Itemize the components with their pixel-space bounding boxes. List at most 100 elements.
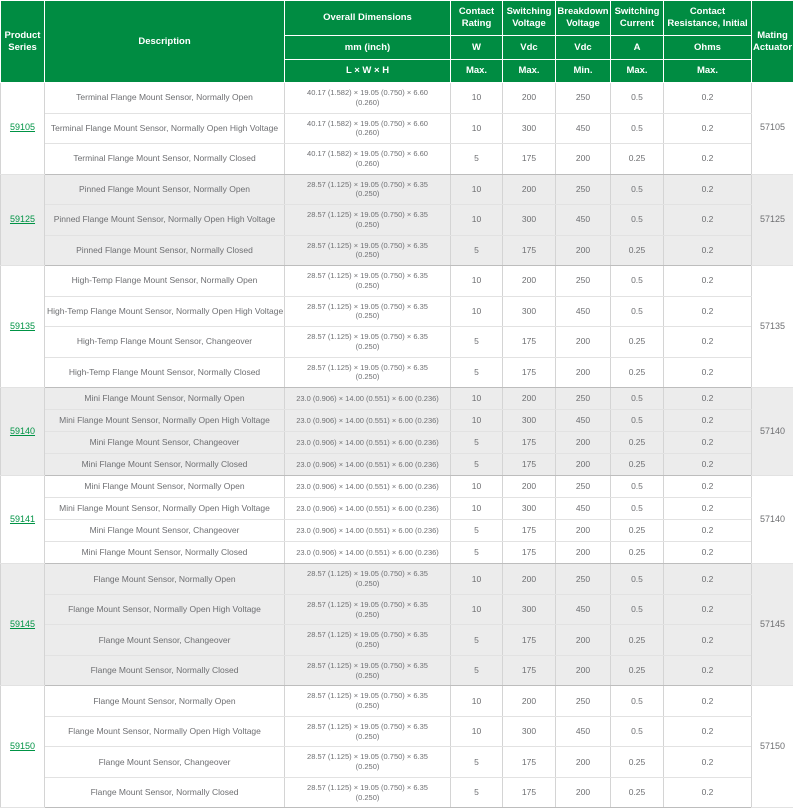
breakdown-voltage-cell: 450 [556, 410, 611, 432]
switching-voltage-cell: 175 [503, 432, 556, 454]
description-cell: Mini Flange Mount Sensor, Normally Open [45, 388, 285, 410]
spec-row: Terminal Flange Mount Sensor, Normally O… [1, 113, 793, 144]
dimensions-cell: 28.57 (1.125) × 19.05 (0.750) × 6.35 (0.… [285, 205, 451, 236]
product-series-link[interactable]: 59135 [10, 321, 35, 331]
header-contact-rating-limit: Max. [451, 60, 503, 83]
breakdown-voltage-cell: 200 [556, 520, 611, 542]
description-cell: Mini Flange Mount Sensor, Normally Open … [45, 498, 285, 520]
description-cell: Pinned Flange Mount Sensor, Normally Clo… [45, 235, 285, 266]
contact-rating-cell: 10 [451, 686, 503, 717]
contact-resistance-cell: 0.2 [664, 113, 752, 144]
header-contact-rating-unit: W [451, 36, 503, 60]
description-cell: High-Temp Flange Mount Sensor, Changeove… [45, 327, 285, 358]
breakdown-voltage-cell: 200 [556, 454, 611, 476]
switching-voltage-cell: 175 [503, 327, 556, 358]
header-switching-current-unit: A [611, 36, 664, 60]
contact-resistance-cell: 0.2 [664, 498, 752, 520]
spec-row: 59150Flange Mount Sensor, Normally Open2… [1, 686, 793, 717]
contact-resistance-cell: 0.2 [664, 716, 752, 747]
breakdown-voltage-cell: 200 [556, 144, 611, 175]
product-series-cell: 59141 [1, 476, 45, 564]
description-cell: Flange Mount Sensor, Normally Closed [45, 655, 285, 686]
switching-current-cell: 0.5 [611, 410, 664, 432]
mating-actuator-cell: 57105 [752, 83, 793, 175]
contact-rating-cell: 10 [451, 266, 503, 297]
switching-voltage-cell: 175 [503, 454, 556, 476]
contact-rating-cell: 5 [451, 432, 503, 454]
contact-rating-cell: 5 [451, 542, 503, 564]
header-switching-current: Switching Current [611, 1, 664, 36]
contact-rating-cell: 5 [451, 625, 503, 656]
description-cell: Flange Mount Sensor, Changeover [45, 747, 285, 778]
contact-rating-cell: 10 [451, 113, 503, 144]
product-series-cell: 59150 [1, 686, 45, 808]
spec-row: High-Temp Flange Mount Sensor, Normally … [1, 296, 793, 327]
breakdown-voltage-cell: 250 [556, 174, 611, 205]
switching-voltage-cell: 175 [503, 520, 556, 542]
header-contact-rating: Contact Rating [451, 1, 503, 36]
contact-rating-cell: 5 [451, 777, 503, 808]
product-series-cell: 59145 [1, 564, 45, 686]
switching-current-cell: 0.5 [611, 388, 664, 410]
spec-row: 59145Flange Mount Sensor, Normally Open2… [1, 564, 793, 595]
contact-rating-cell: 10 [451, 564, 503, 595]
header-dimensions-unit: mm (inch) [285, 36, 451, 60]
switching-current-cell: 0.25 [611, 542, 664, 564]
contact-resistance-cell: 0.2 [664, 174, 752, 205]
switching-current-cell: 0.25 [611, 625, 664, 656]
header-contact-resistance-limit: Max. [664, 60, 752, 83]
switching-current-cell: 0.25 [611, 454, 664, 476]
product-spec-page: Product Series Description Overall Dimen… [0, 0, 793, 808]
dimensions-cell: 28.57 (1.125) × 19.05 (0.750) × 6.35 (0.… [285, 686, 451, 717]
product-series-link[interactable]: 59125 [10, 214, 35, 224]
contact-rating-cell: 5 [451, 327, 503, 358]
product-series-link[interactable]: 59141 [10, 514, 35, 524]
product-series-link[interactable]: 59140 [10, 426, 35, 436]
switching-voltage-cell: 175 [503, 655, 556, 686]
contact-resistance-cell: 0.2 [664, 454, 752, 476]
mating-actuator-cell: 57150 [752, 686, 793, 808]
switching-current-cell: 0.5 [611, 564, 664, 595]
header-mating-actuator: Mating Actuator [752, 1, 793, 83]
contact-rating-cell: 5 [451, 235, 503, 266]
dimensions-cell: 28.57 (1.125) × 19.05 (0.750) × 6.35 (0.… [285, 777, 451, 808]
contact-resistance-cell: 0.2 [664, 625, 752, 656]
breakdown-voltage-cell: 250 [556, 266, 611, 297]
switching-current-cell: 0.5 [611, 266, 664, 297]
header-overall-dimensions: Overall Dimensions [285, 1, 451, 36]
contact-resistance-cell: 0.2 [664, 205, 752, 236]
product-series-link[interactable]: 59145 [10, 619, 35, 629]
switching-current-cell: 0.25 [611, 432, 664, 454]
dimensions-cell: 28.57 (1.125) × 19.05 (0.750) × 6.35 (0.… [285, 235, 451, 266]
spec-row: Terminal Flange Mount Sensor, Normally C… [1, 144, 793, 175]
switching-voltage-cell: 300 [503, 716, 556, 747]
switching-voltage-cell: 200 [503, 266, 556, 297]
description-cell: Flange Mount Sensor, Normally Closed [45, 777, 285, 808]
dimensions-cell: 28.57 (1.125) × 19.05 (0.750) × 6.35 (0.… [285, 594, 451, 625]
product-series-link[interactable]: 59150 [10, 741, 35, 751]
switching-voltage-cell: 175 [503, 357, 556, 388]
contact-resistance-cell: 0.2 [664, 747, 752, 778]
switching-voltage-cell: 300 [503, 594, 556, 625]
breakdown-voltage-cell: 250 [556, 686, 611, 717]
description-cell: High-Temp Flange Mount Sensor, Normally … [45, 357, 285, 388]
contact-rating-cell: 10 [451, 388, 503, 410]
product-series-link[interactable]: 59105 [10, 122, 35, 132]
mating-actuator-cell: 57125 [752, 174, 793, 266]
contact-resistance-cell: 0.2 [664, 327, 752, 358]
contact-resistance-cell: 0.2 [664, 410, 752, 432]
switching-current-cell: 0.25 [611, 357, 664, 388]
product-series-cell: 59105 [1, 83, 45, 175]
description-cell: Terminal Flange Mount Sensor, Normally C… [45, 144, 285, 175]
breakdown-voltage-cell: 450 [556, 716, 611, 747]
dimensions-cell: 23.0 (0.906) × 14.00 (0.551) × 6.00 (0.2… [285, 520, 451, 542]
product-series-cell: 59135 [1, 266, 45, 388]
dimensions-cell: 28.57 (1.125) × 19.05 (0.750) × 6.35 (0.… [285, 174, 451, 205]
contact-resistance-cell: 0.2 [664, 83, 752, 114]
switching-current-cell: 0.5 [611, 113, 664, 144]
contact-resistance-cell: 0.2 [664, 777, 752, 808]
contact-rating-cell: 5 [451, 520, 503, 542]
header-switching-current-limit: Max. [611, 60, 664, 83]
spec-row: Mini Flange Mount Sensor, Normally Open … [1, 410, 793, 432]
switching-voltage-cell: 200 [503, 388, 556, 410]
